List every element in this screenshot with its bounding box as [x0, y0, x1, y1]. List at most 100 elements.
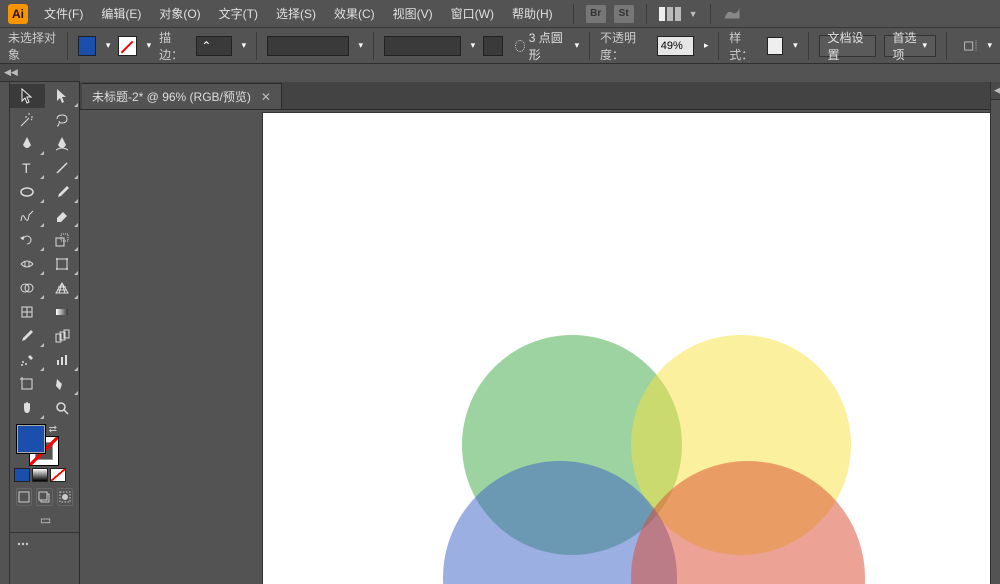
chevron-down-icon[interactable]: ▾	[242, 40, 247, 51]
menu-bar: Ai 文件(F) 编辑(E) 对象(O) 文字(T) 选择(S) 效果(C) 视…	[0, 0, 1000, 28]
swap-fill-stroke-icon[interactable]: ⇄	[49, 424, 57, 435]
divider	[646, 4, 647, 24]
bridge-icon[interactable]: Br	[586, 5, 606, 23]
menu-items: 文件(F) 编辑(E) 对象(O) 文字(T) 选择(S) 效果(C) 视图(V…	[36, 1, 561, 26]
document-tab[interactable]: 未标题-2* @ 96% (RGB/预览) ✕	[82, 83, 282, 109]
main-area: T	[0, 82, 1000, 584]
graphic-style-swatch[interactable]	[767, 37, 784, 55]
brush-preview[interactable]	[483, 36, 503, 56]
shaper-tool[interactable]	[10, 204, 45, 228]
fill-large-swatch[interactable]	[16, 424, 46, 454]
canvas[interactable]	[80, 110, 990, 584]
lasso-tool[interactable]	[45, 108, 80, 132]
solid-color-icon[interactable]	[14, 468, 30, 482]
eraser-tool[interactable]	[45, 204, 80, 228]
chevron-down-icon[interactable]: ▾	[988, 40, 993, 51]
artboard-tool[interactable]	[10, 372, 45, 396]
align-icon[interactable]	[963, 38, 978, 54]
opacity-input[interactable]: 49%	[657, 36, 694, 56]
magic-wand-tool[interactable]	[10, 108, 45, 132]
selection-tool[interactable]	[10, 84, 45, 108]
rotate-tool[interactable]	[10, 228, 45, 252]
chevron-down-icon[interactable]: ▾	[793, 40, 798, 51]
menu-effect[interactable]: 效果(C)	[326, 1, 383, 26]
draw-behind-icon[interactable]	[36, 488, 52, 506]
pen-tool[interactable]	[10, 132, 45, 156]
selection-status: 未选择对象	[8, 29, 57, 63]
perspective-grid-tool[interactable]	[45, 276, 80, 300]
panel-collapse-bar[interactable]: ◀◀	[0, 64, 80, 82]
scale-tool[interactable]	[45, 228, 80, 252]
divider	[718, 32, 719, 60]
panel-gutter-left	[0, 82, 10, 584]
brush-shape-label: 3 点圆形	[529, 29, 565, 63]
none-color-icon[interactable]	[50, 468, 66, 482]
graph-tool[interactable]	[45, 348, 80, 372]
draw-inside-icon[interactable]	[57, 488, 73, 506]
close-icon[interactable]: ✕	[261, 90, 271, 104]
menu-help[interactable]: 帮助(H)	[504, 1, 561, 26]
fill-stroke-swatch[interactable]: ⇄	[16, 424, 62, 466]
brush-shape-select[interactable]: 3 点圆形	[511, 36, 565, 56]
ellipse-tool[interactable]	[10, 180, 45, 204]
dotted-circle-icon	[515, 40, 525, 52]
menu-object[interactable]: 对象(O)	[151, 1, 208, 26]
type-tool[interactable]: T	[10, 156, 45, 180]
divider	[373, 32, 374, 60]
divider	[256, 32, 257, 60]
menu-window[interactable]: 窗口(W)	[443, 1, 502, 26]
gradient-tool[interactable]	[45, 300, 80, 324]
divider	[710, 4, 711, 24]
width-tool[interactable]	[10, 252, 45, 276]
chevron-down-icon[interactable]: ▼	[689, 9, 698, 19]
tools-panel: T	[10, 82, 80, 584]
opacity-flyout-icon[interactable]: ▸	[704, 40, 709, 51]
document-tabs: 未标题-2* @ 96% (RGB/预览) ✕	[80, 82, 990, 110]
zoom-tool[interactable]	[45, 396, 80, 420]
chevron-down-icon[interactable]: ▾	[575, 40, 580, 51]
brush-def[interactable]	[384, 36, 461, 56]
color-mode-row	[10, 468, 79, 484]
shape-builder-tool[interactable]	[10, 276, 45, 300]
direct-selection-tool[interactable]	[45, 84, 80, 108]
menu-select[interactable]: 选择(S)	[268, 1, 324, 26]
chevron-down-icon[interactable]: ▾	[359, 40, 364, 51]
stock-icon[interactable]: St	[614, 5, 634, 23]
chevron-down-icon[interactable]: ▾	[147, 40, 152, 51]
draw-normal-icon[interactable]	[16, 488, 32, 506]
document-tab-label: 未标题-2* @ 96% (RGB/预览)	[92, 88, 251, 105]
chevron-down-icon[interactable]: ▾	[471, 40, 476, 51]
line-tool[interactable]	[45, 156, 80, 180]
chevron-down-icon[interactable]: ▾	[106, 40, 111, 51]
edit-toolbar-icon[interactable]	[16, 537, 30, 551]
menu-edit[interactable]: 编辑(E)	[93, 1, 149, 26]
arrange-docs-icon[interactable]	[659, 7, 681, 21]
eyedropper-tool[interactable]	[10, 324, 45, 348]
fill-swatch[interactable]	[78, 36, 96, 56]
paintbrush-tool[interactable]	[45, 180, 80, 204]
preferences-button[interactable]: 首选项▾	[884, 35, 937, 57]
slice-tool[interactable]	[45, 372, 80, 396]
document-setup-button[interactable]: 文档设置	[819, 35, 876, 57]
panel-expand-right[interactable]: ◀	[991, 82, 1000, 100]
tools-footer	[10, 532, 79, 558]
svg-text:T: T	[22, 160, 31, 176]
mesh-tool[interactable]	[10, 300, 45, 324]
screen-mode-icon[interactable]: ▭	[36, 510, 56, 530]
blend-tool[interactable]	[45, 324, 80, 348]
menu-view[interactable]: 视图(V)	[385, 1, 441, 26]
symbol-sprayer-tool[interactable]	[10, 348, 45, 372]
curvature-tool[interactable]	[45, 132, 80, 156]
gpu-icon[interactable]	[723, 6, 741, 22]
gradient-icon[interactable]	[32, 468, 48, 482]
free-transform-tool[interactable]	[45, 252, 80, 276]
hand-tool[interactable]	[10, 396, 45, 420]
stroke-weight-input[interactable]: ⌃	[196, 36, 231, 56]
menu-type[interactable]: 文字(T)	[211, 1, 266, 26]
stroke-swatch[interactable]	[118, 36, 136, 56]
divider	[67, 32, 68, 60]
menu-file[interactable]: 文件(F)	[36, 1, 91, 26]
stroke-profile[interactable]	[267, 36, 349, 56]
style-label: 样式：	[729, 29, 758, 63]
control-bar: 未选择对象 ▾ ▾ 描边： ⌃▾ ▾ ▾ 3 点圆形 ▾ 不透明度： 49% ▸…	[0, 28, 1000, 64]
